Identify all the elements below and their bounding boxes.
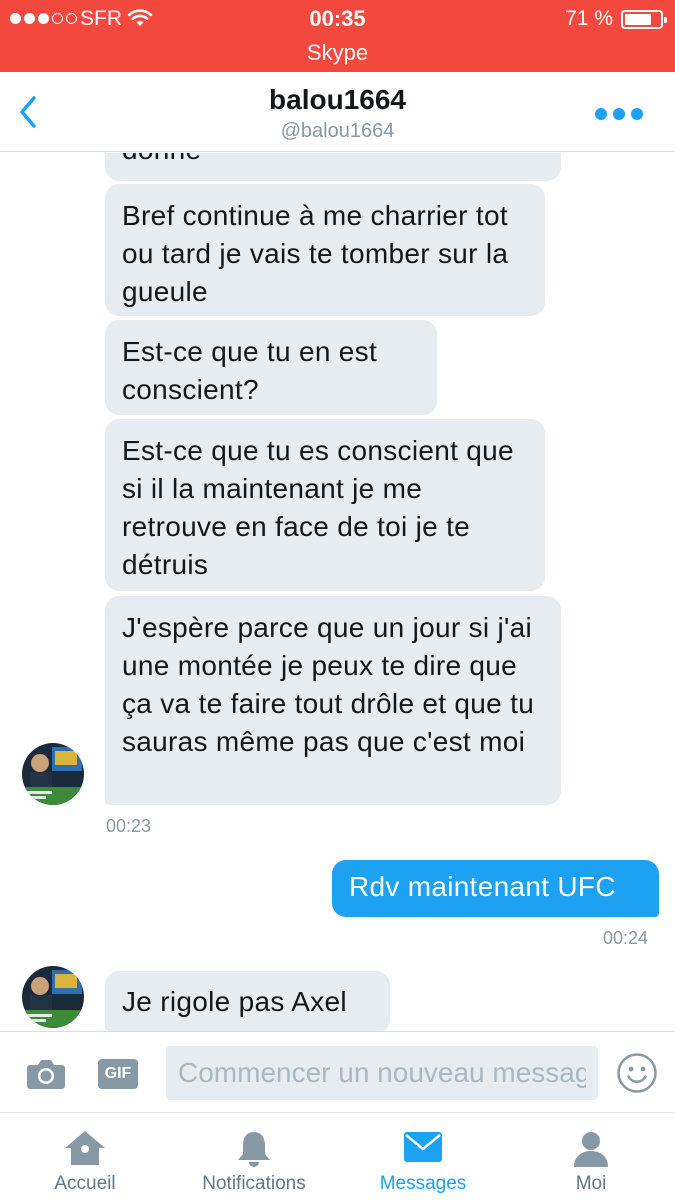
- contact-name: balou1664: [269, 84, 406, 115]
- message-bubble[interactable]: Est-ce que tu en est conscient?: [105, 320, 437, 415]
- message-bubble-sent[interactable]: Rdv maintenant UFC: [332, 860, 659, 917]
- gif-icon[interactable]: GIF: [98, 1059, 138, 1089]
- message-bubble[interactable]: Bref continue à me charrier tot ou tard …: [105, 184, 545, 316]
- status-bar: SFR 00:35 71 % Skype: [0, 0, 675, 72]
- camera-icon[interactable]: [26, 1056, 66, 1090]
- envelope-icon: [404, 1132, 442, 1162]
- message-composer: GIF: [0, 1031, 675, 1111]
- contact-handle: @balou1664: [280, 120, 395, 142]
- avatar-image: [22, 743, 84, 805]
- message-bubble[interactable]: Est-ce que tu es conscient que si il la …: [105, 419, 545, 591]
- more-dots-icon[interactable]: [595, 108, 643, 120]
- timestamp: 00:23: [106, 816, 152, 836]
- tab-accueil[interactable]: Accueil: [10, 1113, 160, 1200]
- emoji-icon[interactable]: [616, 1052, 658, 1094]
- home-icon: [65, 1131, 105, 1165]
- battery-percentage: 71 %: [565, 7, 613, 30]
- conversation-header: balou1664 @balou1664: [0, 72, 675, 152]
- tab-notifications[interactable]: Notifications: [179, 1113, 329, 1200]
- timestamp: 00:24: [603, 928, 649, 948]
- avatar[interactable]: [22, 966, 84, 1028]
- message-input[interactable]: [166, 1046, 598, 1100]
- person-icon: [574, 1132, 608, 1167]
- bell-icon: [238, 1132, 270, 1167]
- avatar[interactable]: [22, 743, 84, 805]
- battery-icon: [621, 10, 667, 29]
- return-to-app-label[interactable]: Skype: [0, 40, 675, 66]
- message-bubble[interactable]: donne: [105, 153, 561, 181]
- message-bubble[interactable]: Je rigole pas Axel: [105, 971, 390, 1031]
- tab-messages[interactable]: Messages: [348, 1113, 498, 1200]
- message-bubble[interactable]: J'espère parce que un jour si j'ai une m…: [105, 596, 561, 805]
- message-thread[interactable]: donne Bref continue à me charrier tot ou…: [0, 153, 675, 1031]
- avatar-image: [22, 966, 84, 1028]
- tab-moi[interactable]: Moi: [516, 1113, 666, 1200]
- tab-bar: Accueil Notifications Messages Moi: [0, 1112, 675, 1200]
